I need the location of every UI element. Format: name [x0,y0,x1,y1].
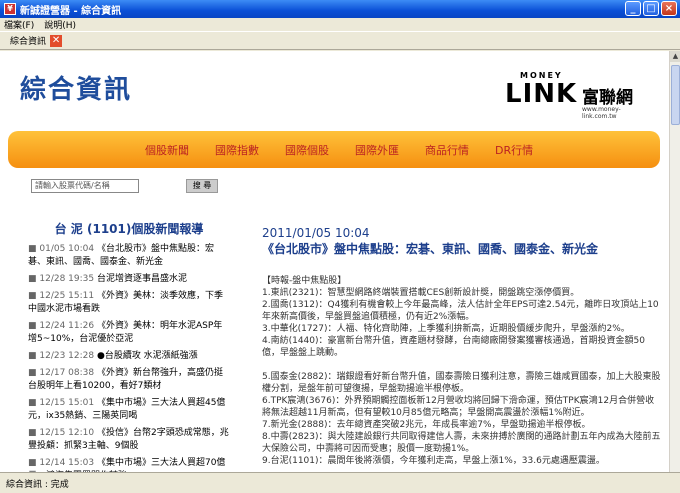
news-list-item[interactable]: ■ 12/28 19:35 台泥增資逐事昌盛水泥 [28,273,230,286]
news-item-text: ●台股續攻 水泥漲紙強漲 [96,351,198,361]
page-content: 綜合資訊 MONEY LINK 富聯網 www.money-link.com.t… [0,51,669,472]
news-item-date: ■ 12/25 15:11 [28,291,97,301]
news-list-item[interactable]: ■ 12/15 12:10 《投信》台幣2字頭恐成常態，兆豐投顧：抓緊3主軸、9… [28,427,230,453]
article-paragraph: 3.中華化(1727)：人福、特化齊助陣，上季獲利拚新高，近期股價緩步爬升，早盤… [262,324,630,334]
article-paragraph: 5.國泰金(2882)：瑞銀證看好新台幣升值，國泰壽險日獲利注意，壽險三雄咸買國… [262,372,661,394]
article-paragraph: 【時報-盤中焦點股】 [262,276,347,286]
article-panel: 2011/01/05 10:04 《台北股市》盤中焦點股：宏碁、東訊、國喬、國泰… [262,226,662,467]
menu-file[interactable]: 檔案(F) [4,18,34,31]
brand-cn: 富聯網 [582,88,633,108]
news-item-date: ■ 12/14 15:03 [28,458,97,468]
minimize-button[interactable]: _ [625,1,641,16]
news-item-date: ■ 01/05 10:04 [28,244,97,254]
article-body: 【時報-盤中焦點股】 1.東訊(2321)：智慧型網路終端裝置搭載CES創新設計獎… [262,275,662,467]
status-text: 綜合資訊 : 完成 [6,479,69,490]
tab-bar: 綜合資訊 ✕ [0,31,680,50]
news-item-date: ■ 12/15 12:10 [28,428,97,438]
news-item-date: ■ 12/23 12:28 [28,351,97,361]
tab-close-icon[interactable]: ✕ [50,34,63,47]
news-list-item[interactable]: ■ 01/05 10:04 《台北股市》盤中焦點股：宏碁、東訊、國喬、國泰金、新… [28,243,230,269]
search-input[interactable]: 請輸入股票代碼/名稱 [31,179,139,193]
article-paragraph: 1.東訊(2321)：智慧型網路終端裝置搭載CES創新設計獎，開盤跳空漲停價買。 [262,288,580,298]
menu-bar: 檔案(F) 說明(H) [0,18,680,31]
news-item-date: ■ 12/24 11:26 [28,321,97,331]
news-item-date: ■ 12/28 19:35 [28,274,97,284]
news-list-item[interactable]: ■ 12/17 08:38 《外資》新台幣強升，高盛仍挺台股明年上看10200，… [28,367,230,393]
window-titlebar: ¥ 新誠證營器 - 綜合資訊 _ □ × [0,0,680,18]
brand-url: www.money-link.com.tw [582,106,621,120]
nav-dr-quotes[interactable]: DR行情 [495,142,533,158]
nav-intl-fx[interactable]: 國際外匯 [355,142,399,158]
article-date: 2011/01/05 10:04 [262,226,370,240]
news-list-item[interactable]: ■ 12/14 15:03 《集中市場》三大法人買超70億元，鴻海集團買開作轉強 [28,457,230,472]
money-link-logo[interactable]: MONEY LINK 富聯網 www.money-link.com.tw [500,71,650,120]
nav-stock-news[interactable]: 個股新聞 [145,142,189,158]
close-button[interactable]: × [661,1,677,16]
article-title: 《台北股市》盤中焦點股：宏碁、東訊、國喬、國泰金、新光金 [262,242,599,256]
news-list-item[interactable]: ■ 12/15 15:01 《集中市場》三大法人買超45億元，ix35熱銷、三陽… [28,397,230,423]
news-list-item[interactable]: ■ 12/25 15:11 《外資》美林：淡季效應，下季中國水泥市場看跌 [28,290,230,316]
search-button[interactable]: 搜 尋 [186,179,218,193]
tab-general-info[interactable]: 綜合資訊 ✕ [10,34,63,47]
news-list: ■ 01/05 10:04 《台北股市》盤中焦點股：宏碁、東訊、國喬、國泰金、新… [28,243,230,472]
nav-commodities[interactable]: 商品行情 [425,142,469,158]
menu-help[interactable]: 說明(H) [44,18,76,31]
nav-intl-index[interactable]: 國際指數 [215,142,259,158]
brand-link: LINK [505,79,578,109]
news-list-item[interactable]: ■ 12/23 12:28 ●台股續攻 水泥漲紙強漲 [28,350,230,363]
nav-bar: 個股新聞 國際指數 國際個股 國際外匯 商品行情 DR行情 [8,131,660,168]
app-icon: ¥ [4,3,16,15]
window-title: 新誠證營器 - 綜合資訊 [20,5,122,17]
news-item-date: ■ 12/17 08:38 [28,368,97,378]
maximize-button[interactable]: □ [643,1,659,16]
article-paragraph: 8.中壽(2823)：與大陸建設銀行共同取得建信人壽，未來拚搏於廣闊的通路計劃五… [262,432,661,454]
news-list-title: 台 泥 (1101)個股新聞報導 [54,222,204,236]
vertical-scrollbar[interactable]: ▲ [669,51,680,472]
article-paragraph: 2.國喬(1312)：Q4獲利有機會較上今年最高峰，法人估計全年EPS可達2.5… [262,300,659,322]
news-list-item[interactable]: ■ 12/24 11:26 《外資》美林：明年水泥ASP年增5~10%，台泥優於… [28,320,230,346]
nav-intl-stocks[interactable]: 國際個股 [285,142,329,158]
news-list-panel: 台 泥 (1101)個股新聞報導 ■ 01/05 10:04 《台北股市》盤中焦… [28,220,230,472]
scroll-thumb[interactable] [671,65,680,125]
article-paragraph: 9.台泥(1101)：晨間年後將漲價，今年獲利走高，早盤上漲1%，33.6元處遇… [262,456,605,466]
article-paragraph: 6.TPK宸鴻(3676)：外界預期觸控面板新12月營收均將回歸下滑命運，預估T… [262,396,655,418]
article-paragraph: 4.南紡(1440)：豪富新台幣升值，資產題材發酵，台南總廠開發案獲審核通過，首… [262,336,645,358]
site-logo: 綜合資訊 [20,75,133,105]
scroll-up-icon[interactable]: ▲ [670,51,680,62]
news-item-text: 台泥增資逐事昌盛水泥 [96,274,187,284]
status-bar: 綜合資訊 : 完成 [0,472,680,493]
tab-label: 綜合資訊 [10,37,47,47]
news-item-date: ■ 12/15 15:01 [28,398,97,408]
article-paragraph: 7.新光金(2888)：去年總資產突破2兆元，年成長率逾7%，早盤勁揚逾半根停板… [262,420,591,430]
